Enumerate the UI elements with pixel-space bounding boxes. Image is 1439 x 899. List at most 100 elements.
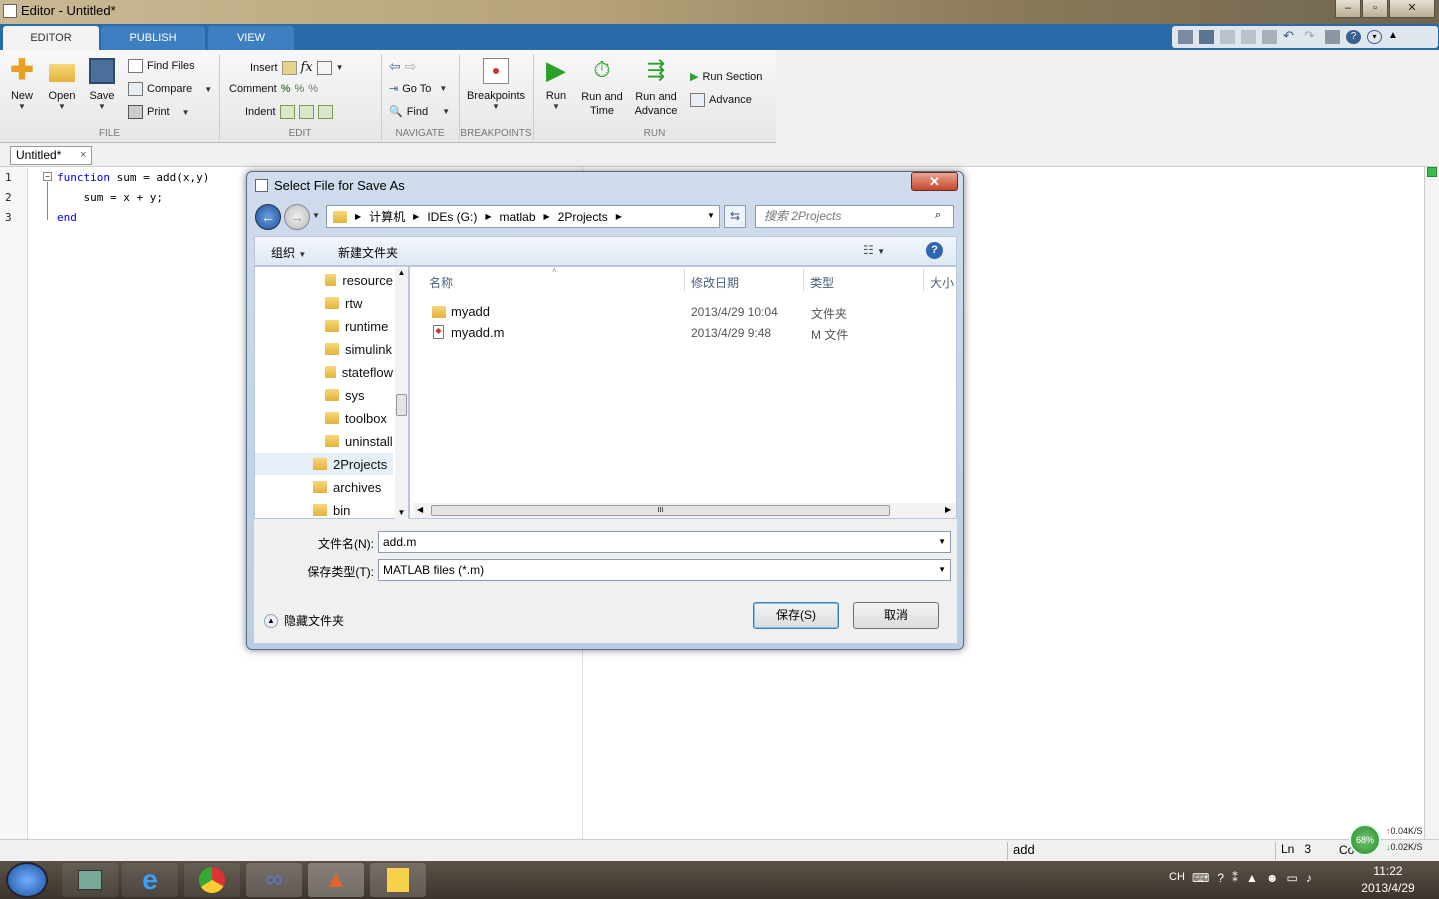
help-tray-icon[interactable]: ? <box>1217 871 1224 885</box>
tab-view[interactable]: VIEW <box>208 26 294 50</box>
comment-icon[interactable]: % <box>281 83 291 95</box>
start-button[interactable] <box>6 862 48 898</box>
decrease-indent-icon[interactable] <box>317 105 333 119</box>
save-icon[interactable] <box>1199 30 1214 44</box>
column-header-type[interactable]: 类型 <box>810 274 834 291</box>
tree-item[interactable]: stateflow <box>255 361 393 383</box>
fx-icon[interactable]: fx <box>301 60 313 75</box>
insert-function-icon[interactable] <box>316 60 332 75</box>
editor-scroll-indicator[interactable] <box>1424 167 1439 839</box>
help-icon[interactable]: ? <box>1346 30 1361 44</box>
hscroll-thumb[interactable]: III <box>431 505 890 516</box>
breadcrumb-separator[interactable]: ▶ <box>616 212 622 221</box>
search-docs-icon[interactable]: ▾ <box>1367 30 1382 44</box>
expand-ribbon-icon[interactable]: ▲ <box>1388 30 1403 44</box>
dialog-close-button[interactable]: ✕ <box>911 172 958 191</box>
network-icon[interactable]: ▭ <box>1287 871 1298 885</box>
volume-icon[interactable]: ♪ <box>1306 871 1312 885</box>
taskbar-explorer-icon[interactable] <box>62 863 118 897</box>
view-options-icon[interactable]: ☷ ▼ <box>863 243 885 257</box>
tree-item[interactable]: simulink <box>255 338 393 360</box>
taskbar-matlab-icon[interactable]: ▲ <box>308 863 364 897</box>
run-and-advance-button[interactable]: ⇶ Run and Advance <box>632 58 680 118</box>
file-row[interactable]: ◆ myadd.m 2013/4/29 9:48 M 文件 <box>432 324 952 344</box>
insert-label[interactable]: Insert <box>250 62 278 74</box>
taskbar-notes-icon[interactable] <box>370 863 426 897</box>
filename-input[interactable]: add.m ▼ <box>378 531 951 553</box>
search-input[interactable]: 搜索 2Projects <box>755 205 954 228</box>
smart-indent-icon[interactable] <box>279 105 295 119</box>
breakpoints-button[interactable]: Breakpoints ▼ <box>465 58 527 111</box>
tree-scrollbar[interactable]: ▲ ▼ <box>395 268 408 519</box>
filename-dropdown-icon[interactable]: ▼ <box>938 532 946 552</box>
wrap-comment-icon[interactable]: % <box>308 83 318 95</box>
refresh-button[interactable]: ⇆ <box>724 205 746 228</box>
language-indicator[interactable]: CH <box>1169 871 1185 883</box>
maximize-button[interactable]: ▫ <box>1362 0 1388 18</box>
column-divider[interactable] <box>803 268 804 292</box>
search-icon[interactable]: ⌕ <box>935 209 941 222</box>
insert-icon[interactable] <box>281 60 297 75</box>
paste-icon[interactable] <box>1262 30 1277 44</box>
scroll-up-arrow[interactable]: ▲ <box>395 268 408 277</box>
recent-locations-dropdown[interactable]: ▼ <box>312 211 320 220</box>
column-header-date[interactable]: 修改日期 <box>691 274 739 291</box>
file-row[interactable]: myadd 2013/4/29 10:04 文件夹 <box>432 303 952 323</box>
file-list-hscrollbar[interactable]: ◀ III ▶ <box>413 503 956 518</box>
new-button[interactable]: ✚ New ▼ <box>5 56 39 112</box>
advance-button[interactable]: Advance <box>690 93 752 107</box>
scroll-left-arrow[interactable]: ◀ <box>417 505 423 514</box>
tree-item[interactable]: archives <box>255 476 393 498</box>
scroll-down-arrow[interactable]: ▼ <box>395 508 408 517</box>
compare-button[interactable]: Compare ▼ <box>128 82 212 96</box>
open-button[interactable]: Open ▼ <box>44 58 80 111</box>
keyboard-icon[interactable]: ⌨ <box>1192 871 1209 885</box>
tree-item[interactable]: sys <box>255 384 393 406</box>
taskbar-ie-icon[interactable]: e <box>122 863 178 897</box>
indent-label[interactable]: Indent <box>245 106 276 118</box>
cancel-button[interactable]: 取消 <box>853 602 939 629</box>
switch-windows-icon[interactable] <box>1325 30 1340 44</box>
tree-item[interactable]: 2Projects <box>255 453 393 475</box>
increase-indent-icon[interactable] <box>298 105 314 119</box>
column-divider[interactable] <box>923 268 924 292</box>
run-and-time-button[interactable]: ⏱ Run and Time <box>578 58 626 118</box>
address-bar[interactable]: ▶ 计算机 ▶ IDEs (G:) ▶ matlab ▶ 2Projects ▶… <box>326 205 720 228</box>
show-hidden-icons-icon[interactable]: ▲ <box>1246 871 1258 885</box>
network-app-icon[interactable]: ☻ <box>1266 871 1279 885</box>
undo-icon[interactable]: ↶ <box>1283 29 1298 44</box>
find-button[interactable]: 🔍 Find ▼ <box>389 105 450 119</box>
tree-scroll-thumb[interactable] <box>396 394 407 416</box>
breadcrumb-2projects[interactable]: 2Projects <box>558 210 608 224</box>
doc-tab-untitled[interactable]: Untitled* × <box>10 146 92 165</box>
back-button[interactable]: ← <box>255 204 281 230</box>
tray-menu-icon[interactable]: ⁑ <box>1232 871 1238 885</box>
column-divider[interactable] <box>684 268 685 292</box>
taskbar-chrome-icon[interactable] <box>184 863 240 897</box>
code-line-2[interactable]: sum = x + y; <box>57 191 162 204</box>
filetype-dropdown-icon[interactable]: ▼ <box>938 560 946 580</box>
copy-icon[interactable] <box>1241 30 1256 44</box>
filetype-select[interactable]: MATLAB files (*.m) ▼ <box>378 559 951 581</box>
save-button[interactable]: Save ▼ <box>86 58 118 111</box>
breadcrumb-drive[interactable]: IDEs (G:) <box>427 210 477 224</box>
forward-arrow-icon[interactable]: ⇨ <box>405 58 417 75</box>
tree-item[interactable]: rtw <box>255 292 393 314</box>
fold-toggle-icon[interactable]: − <box>43 172 52 181</box>
tab-publish[interactable]: PUBLISH <box>101 26 205 50</box>
go-to-button[interactable]: ⇥ Go To ▼ <box>389 82 447 96</box>
column-header-name[interactable]: 名称 <box>429 274 453 291</box>
breadcrumb-computer[interactable]: 计算机 <box>369 208 405 225</box>
clock[interactable]: 11:22 2013/4/29 <box>1358 864 1418 895</box>
redo-icon[interactable]: ↷ <box>1304 29 1319 44</box>
tab-editor[interactable]: EDITOR <box>3 26 99 50</box>
new-folder-button[interactable]: 新建文件夹 <box>338 244 398 261</box>
layout-icon[interactable] <box>1178 30 1193 44</box>
minimize-button[interactable]: – <box>1335 0 1361 18</box>
code-line-1[interactable]: function sum = add(x,y) <box>57 171 209 184</box>
run-section-button[interactable]: ▶ Run Section <box>690 70 762 84</box>
uncomment-icon[interactable]: % <box>294 83 304 95</box>
scroll-right-arrow[interactable]: ▶ <box>945 505 951 514</box>
save-dialog-button[interactable]: 保存(S) <box>753 602 839 629</box>
tree-item[interactable]: bin <box>255 499 393 521</box>
